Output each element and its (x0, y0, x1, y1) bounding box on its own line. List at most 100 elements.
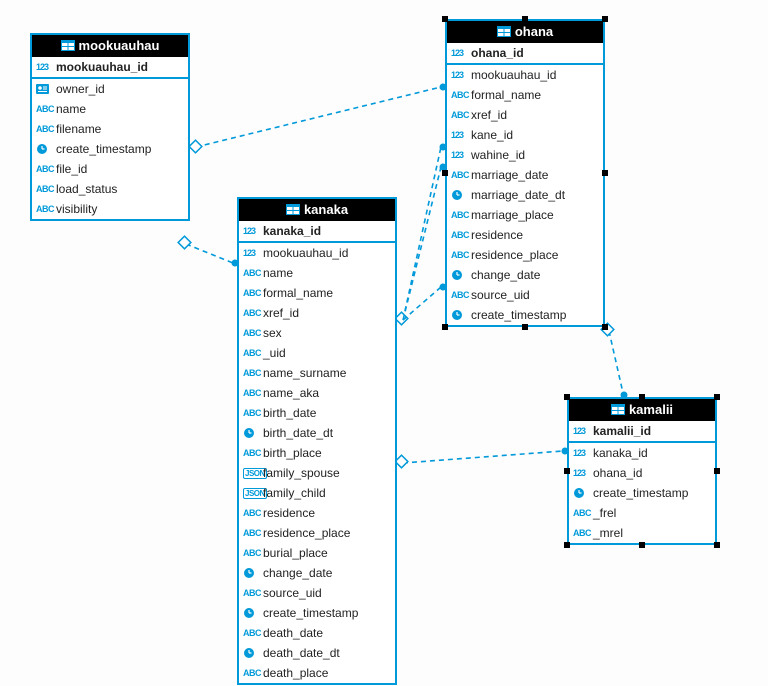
column-row[interactable]: ABCsource_uid (239, 583, 395, 603)
column-row[interactable]: ABCdeath_place (239, 663, 395, 683)
type-icon (451, 189, 471, 201)
type-icon: ABC (573, 504, 593, 522)
column-row[interactable]: ABCxref_id (239, 303, 395, 323)
column-row[interactable]: ABCresidence (447, 225, 603, 245)
column-row[interactable]: ABCdeath_date (239, 623, 395, 643)
table-icon (61, 40, 75, 51)
column-row[interactable]: ABCresidence (239, 503, 395, 523)
column-row[interactable]: ABCxref_id (447, 105, 603, 125)
selection-handle[interactable] (602, 170, 608, 176)
type-icon: ABC (243, 304, 263, 322)
column-name: xref_id (263, 304, 299, 322)
entity-header[interactable]: mookuauhau (32, 35, 188, 57)
selection-handle[interactable] (639, 394, 645, 400)
entity-title: kamalii (629, 402, 673, 417)
column-row[interactable]: ABCname_aka (239, 383, 395, 403)
entity-ohana[interactable]: ohana123ohana_id123mookuauhau_idABCforma… (445, 19, 605, 327)
column-name: death_date_dt (263, 644, 340, 662)
type-icon: ABC (243, 324, 263, 342)
column-row[interactable]: ABCsource_uid (447, 285, 603, 305)
column-row[interactable]: create_timestamp (447, 305, 603, 325)
column-row[interactable]: ABCresidence_place (239, 523, 395, 543)
column-row[interactable]: 123wahine_id (447, 145, 603, 165)
selection-handle[interactable] (522, 324, 528, 330)
column-row[interactable]: ABCvisibility (32, 199, 188, 219)
column-row[interactable]: 123mookuauhau_id (447, 65, 603, 85)
column-row[interactable]: ABCformal_name (239, 283, 395, 303)
selection-handle[interactable] (714, 468, 720, 474)
column-row[interactable]: ABCfile_id (32, 159, 188, 179)
selection-handle[interactable] (522, 16, 528, 22)
selection-handle[interactable] (564, 542, 570, 548)
column-row[interactable]: change_date (239, 563, 395, 583)
column-pk[interactable]: 123ohana_id (447, 43, 603, 65)
column-row[interactable]: birth_date_dt (239, 423, 395, 443)
column-row[interactable]: ABCmarriage_place (447, 205, 603, 225)
selection-handle[interactable] (602, 16, 608, 22)
column-row[interactable]: create_timestamp (239, 603, 395, 623)
column-name: change_date (263, 564, 332, 582)
column-row[interactable]: ABCmarriage_date (447, 165, 603, 185)
column-row[interactable]: 123mookuauhau_id (239, 243, 395, 263)
selection-handle[interactable] (714, 542, 720, 548)
column-row[interactable]: ABC_mrel (569, 523, 715, 543)
column-row[interactable]: owner_id (32, 79, 188, 99)
column-row[interactable]: change_date (447, 265, 603, 285)
type-icon (36, 143, 56, 155)
column-row[interactable]: JSONfamily_spouse (239, 463, 395, 483)
column-row[interactable]: ABCname_surname (239, 363, 395, 383)
column-row[interactable]: create_timestamp (569, 483, 715, 503)
column-row[interactable]: create_timestamp (32, 139, 188, 159)
column-name: wahine_id (471, 146, 525, 164)
selection-handle[interactable] (714, 394, 720, 400)
entity-header[interactable]: kanaka (239, 199, 395, 221)
column-pk[interactable]: 123kamalii_id (569, 421, 715, 443)
selection-handle[interactable] (602, 324, 608, 330)
column-row[interactable]: ABC_frel (569, 503, 715, 523)
column-row[interactable]: ABCsex (239, 323, 395, 343)
column-name: death_date (263, 624, 323, 642)
column-row[interactable]: ABCload_status (32, 179, 188, 199)
entity-kanaka[interactable]: kanaka123kanaka_id123mookuauhau_idABCnam… (237, 197, 397, 685)
column-row[interactable]: ABCname (239, 263, 395, 283)
selection-handle[interactable] (564, 468, 570, 474)
column-row[interactable]: ABCformal_name (447, 85, 603, 105)
column-row[interactable]: marriage_date_dt (447, 185, 603, 205)
entity-header[interactable]: ohana (447, 21, 603, 43)
selection-handle[interactable] (564, 394, 570, 400)
column-row[interactable]: ABCburial_place (239, 543, 395, 563)
column-pk[interactable]: 123kanaka_id (239, 221, 395, 243)
column-row[interactable]: ABCresidence_place (447, 245, 603, 265)
column-row[interactable]: ABCname (32, 99, 188, 119)
column-row[interactable]: death_date_dt (239, 643, 395, 663)
column-row[interactable]: ABC_uid (239, 343, 395, 363)
entity-kamalii[interactable]: kamalii 123kamalii_id123kanaka_id123ohana… (567, 397, 717, 545)
selection-handle[interactable] (442, 16, 448, 22)
column-row[interactable]: 123kanaka_id (569, 443, 715, 463)
column-row[interactable]: JSONfamily_child (239, 483, 395, 503)
selection-handle[interactable] (639, 542, 645, 548)
column-row[interactable]: 123ohana_id (569, 463, 715, 483)
column-name: mookuauhau_id (56, 58, 148, 76)
column-name: owner_id (56, 80, 105, 98)
type-icon: 123 (451, 126, 471, 144)
column-row[interactable]: ABCfilename (32, 119, 188, 139)
column-pk[interactable]: 123mookuauhau_id (32, 57, 188, 79)
entity-title: ohana (515, 24, 553, 39)
column-row[interactable]: ABCbirth_date (239, 403, 395, 423)
type-icon: ABC (243, 364, 263, 382)
entity-mookuauhau[interactable]: mookuauhau 123mookuauhau_idowner_idABCnam… (30, 33, 190, 221)
column-row[interactable]: ABCbirth_place (239, 443, 395, 463)
entity-title: mookuauhau (79, 38, 160, 53)
type-icon (451, 309, 471, 321)
column-row[interactable]: 123kane_id (447, 125, 603, 145)
selection-handle[interactable] (442, 170, 448, 176)
entity-header[interactable]: kamalii (569, 399, 715, 421)
type-icon: ABC (451, 286, 471, 304)
selection-handle[interactable] (442, 324, 448, 330)
table-icon (286, 204, 300, 215)
column-name: mookuauhau_id (471, 66, 556, 84)
type-icon (573, 487, 593, 499)
column-name: create_timestamp (263, 604, 358, 622)
column-name: residence (263, 504, 315, 522)
